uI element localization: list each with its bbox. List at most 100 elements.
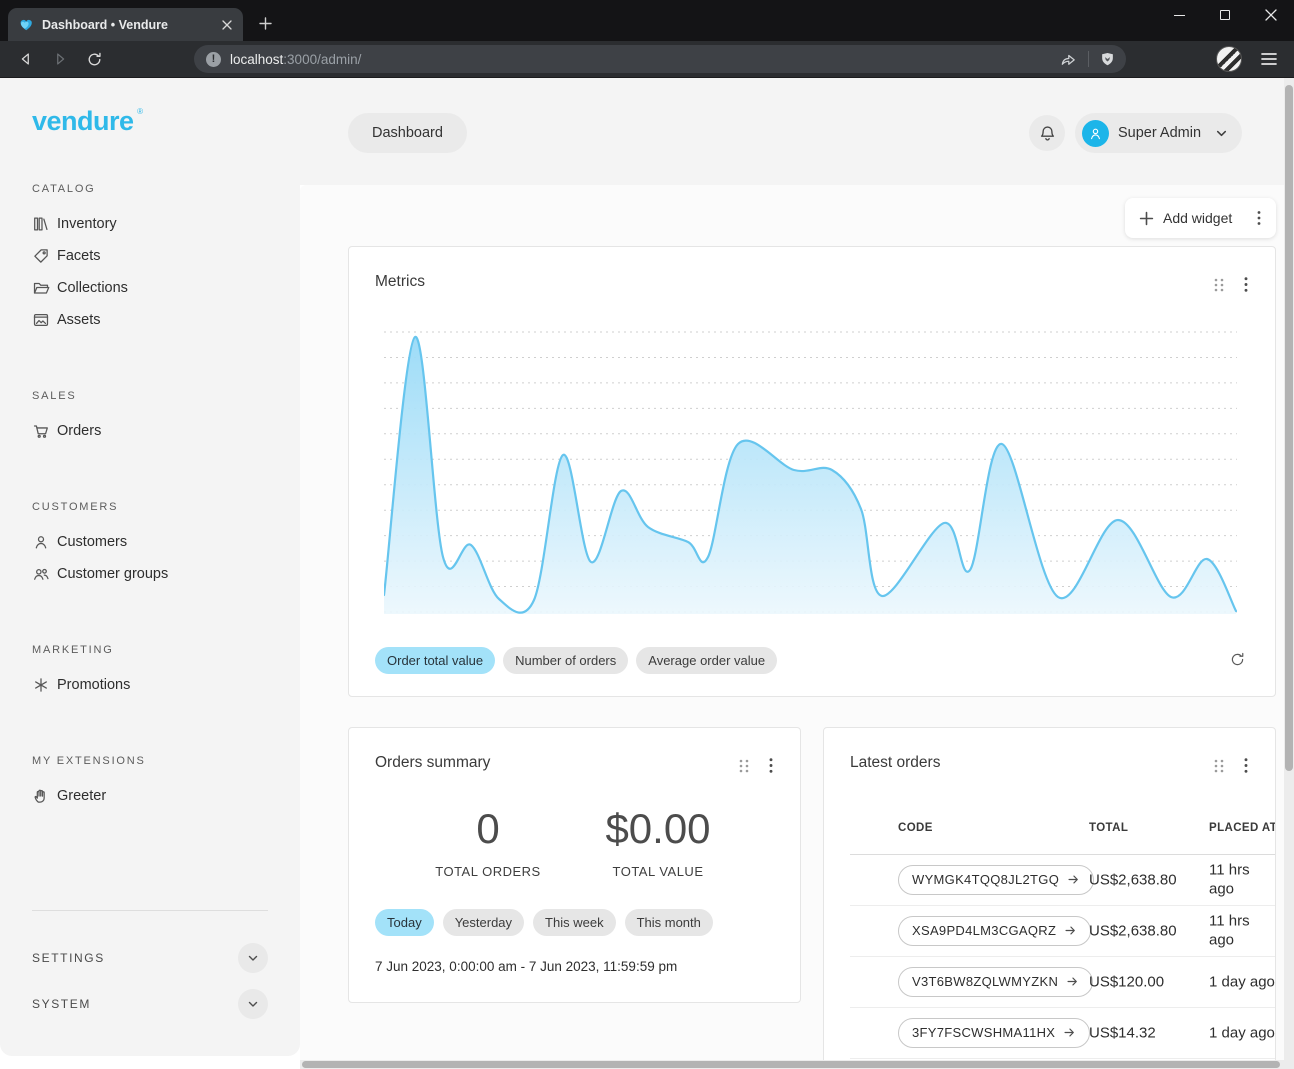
user-icon [1088, 126, 1103, 141]
refresh-button[interactable] [1221, 643, 1253, 675]
order-code-link[interactable]: WYMGK4TQQ8JL2TGQ [898, 865, 1094, 895]
order-code: XSA9PD4LM3CGAQRZ [912, 923, 1056, 938]
range-chip-this-week[interactable]: This week [533, 909, 616, 936]
vertical-scrollbar[interactable] [1284, 78, 1294, 1069]
widget-tools [1213, 276, 1249, 293]
system-expand-button[interactable] [238, 989, 268, 1019]
user-name: Super Admin [1118, 125, 1206, 141]
horizontal-scrollbar[interactable] [300, 1060, 1294, 1069]
widget-tools [1213, 757, 1249, 774]
image-icon [32, 311, 50, 329]
browser-tabstrip: Dashboard • Vendure [0, 0, 1294, 41]
order-placed-at: 11 hrs ago [1209, 911, 1274, 950]
order-code-link[interactable]: 3FY7FSCWSHMA11HX [898, 1018, 1090, 1048]
order-code-link[interactable]: XSA9PD4LM3CGAQRZ [898, 916, 1091, 946]
sidebar-item-promotions[interactable]: Promotions [32, 669, 268, 701]
browser-chrome: Dashboard • Vendure [0, 0, 1294, 78]
kebab-menu-icon[interactable] [1252, 210, 1266, 226]
new-tab-button[interactable] [252, 10, 278, 36]
sidebar-section-catalog: CATALOG Inventory Facets Collections Ass… [32, 183, 268, 336]
orders-summary-widget: Orders summary 0 TOTAL ORDERS $0.00 TOTA… [348, 727, 801, 1003]
legend-chip-average-order-value[interactable]: Average order value [636, 647, 777, 674]
profile-avatar[interactable] [1216, 46, 1242, 72]
vertical-scrollbar-thumb[interactable] [1285, 85, 1293, 771]
sidebar-section-my-extensions: MY EXTENSIONS Greeter [32, 755, 268, 812]
horizontal-scrollbar-thumb[interactable] [302, 1061, 1280, 1068]
browser-tab[interactable]: Dashboard • Vendure [8, 8, 243, 41]
order-code-link[interactable]: V3T6BW8ZQLWMYZKN [898, 967, 1093, 997]
window-maximize-button[interactable] [1202, 0, 1248, 30]
order-placed-at: 1 day ago [1209, 1023, 1274, 1043]
bell-icon [1038, 124, 1057, 143]
sidebar-item-collections[interactable]: Collections [32, 272, 268, 304]
widget-title: Latest orders [850, 754, 940, 772]
total-value-value: $0.00 [558, 808, 758, 850]
order-code: 3FY7FSCWSHMA11HX [912, 1025, 1055, 1040]
order-code: V3T6BW8ZQLWMYZKN [912, 974, 1058, 989]
section-label-my-extensions: MY EXTENSIONS [32, 755, 268, 767]
user-icon [32, 533, 50, 551]
range-chip-yesterday[interactable]: Yesterday [443, 909, 524, 936]
reload-icon[interactable] [80, 45, 108, 73]
brave-shield-icon[interactable] [1099, 51, 1116, 68]
sidebar-item-inventory[interactable]: Inventory [32, 208, 268, 240]
range-chip-today[interactable]: Today [375, 909, 434, 936]
drag-handle-icon[interactable] [1213, 277, 1225, 293]
legend-chip-order-total-value[interactable]: Order total value [375, 647, 495, 674]
tab-title: Dashboard • Vendure [42, 18, 211, 32]
range-chip-this-month[interactable]: This month [625, 909, 713, 936]
chevron-down-icon [250, 957, 257, 961]
sidebar-section-sales: SALES Orders [32, 390, 268, 447]
refresh-icon [1229, 651, 1246, 668]
sidebar-item-assets[interactable]: Assets [32, 304, 268, 336]
forward-icon[interactable] [46, 45, 74, 73]
arrow-right-icon [1063, 1026, 1076, 1039]
sidebar-section-customers: CUSTOMERS Customers Customer groups [32, 501, 268, 590]
screen: Dashboard • Vendure [0, 0, 1294, 1069]
kebab-menu-icon[interactable] [768, 757, 774, 774]
sidebar-section-system[interactable]: SYSTEM [32, 981, 268, 1027]
column-header-code: CODE [898, 822, 933, 834]
folder-open-icon [32, 279, 50, 297]
sidebar-item-greeter[interactable]: Greeter [32, 780, 268, 812]
system-label: SYSTEM [32, 997, 91, 1011]
add-widget-button[interactable]: Add widget [1125, 198, 1276, 238]
metrics-chart [384, 331, 1237, 621]
back-icon[interactable] [12, 45, 40, 73]
share-icon[interactable] [1059, 50, 1078, 69]
drag-handle-icon[interactable] [1213, 758, 1225, 774]
url-text: localhost:3000/admin/ [230, 52, 1059, 67]
settings-expand-button[interactable] [238, 943, 268, 973]
sidebar-divider [32, 910, 268, 911]
sidebar-item-orders[interactable]: Orders [32, 415, 268, 447]
browser-menu-icon[interactable] [1256, 46, 1282, 72]
sidebar-item-facets[interactable]: Facets [32, 240, 268, 272]
arrow-right-icon [1064, 924, 1077, 937]
vendure-favicon-icon [18, 17, 34, 33]
legend-chip-number-of-orders[interactable]: Number of orders [503, 647, 628, 674]
url-bar[interactable]: localhost:3000/admin/ [194, 45, 1126, 73]
sidebar-item-customers[interactable]: Customers [32, 526, 268, 558]
user-menu[interactable]: Super Admin [1075, 113, 1242, 153]
kebab-menu-icon[interactable] [1243, 276, 1249, 293]
url-path: :3000/admin/ [283, 52, 361, 67]
row-divider [850, 1058, 1275, 1059]
drag-handle-icon[interactable] [738, 758, 750, 774]
sidebar-item-label: Greeter [57, 788, 106, 804]
sidebar-item-customer-groups[interactable]: Customer groups [32, 558, 268, 590]
sidebar-item-label: Assets [57, 312, 101, 328]
notifications-button[interactable] [1029, 115, 1065, 151]
site-info-icon[interactable] [206, 52, 221, 67]
breadcrumb[interactable]: Dashboard [348, 113, 467, 153]
window-close-button[interactable] [1248, 0, 1294, 30]
total-value-label: TOTAL VALUE [558, 864, 758, 879]
vendure-logo: vendure [32, 106, 134, 137]
tab-close-icon[interactable] [219, 17, 235, 33]
sidebar-section-settings[interactable]: SETTINGS [32, 935, 268, 981]
kebab-menu-icon[interactable] [1243, 757, 1249, 774]
window-minimize-button[interactable] [1156, 0, 1202, 30]
window-controls [1156, 0, 1294, 30]
section-label-catalog: CATALOG [32, 183, 268, 195]
order-row: V3T6BW8ZQLWMYZKN US$120.00 1 day ago [824, 956, 1276, 1007]
section-label-sales: SALES [32, 390, 268, 402]
